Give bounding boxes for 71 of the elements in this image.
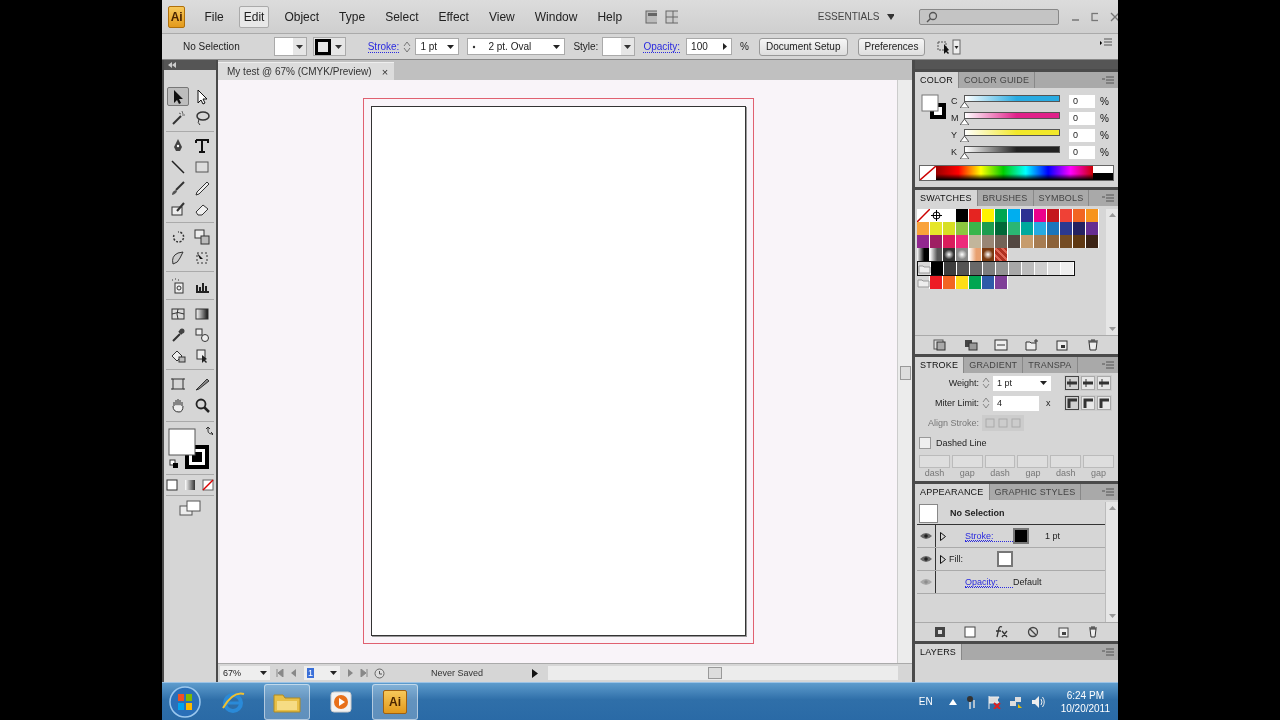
panel-tab[interactable]: GRAPHIC STYLES — [989, 484, 1082, 500]
style-label: Style: — [573, 41, 599, 52]
panel-tab[interactable]: LAYERS — [915, 644, 963, 660]
panel-tab[interactable]: SWATCHES — [915, 190, 978, 206]
panel-tab[interactable]: COLOR GUIDE — [959, 72, 1036, 88]
panel-tab[interactable]: TRANSPA — [1023, 357, 1078, 373]
appearance-link[interactable]: Opacity: — [965, 576, 1013, 588]
menu-item[interactable]: Effect — [433, 5, 474, 28]
brush-dropdown[interactable]: 2 pt. Oval — [467, 38, 566, 55]
channel-value-field[interactable]: 0 — [1069, 145, 1095, 159]
selection-status: No Selection — [183, 41, 240, 52]
percent-sign: % — [1100, 146, 1109, 158]
menu-item[interactable]: File — [199, 5, 229, 28]
channel-label: Y — [951, 130, 958, 140]
page-dropdown[interactable]: 1 — [304, 666, 340, 680]
clock-date[interactable]: 10/20/2011 — [1060, 701, 1110, 715]
language-indicator[interactable]: EN — [918, 696, 933, 707]
toolbar-button[interactable]: Preferences — [857, 37, 926, 56]
zoom-dropdown[interactable]: 67% — [220, 666, 270, 680]
dash-label: gap — [1091, 468, 1107, 478]
fill-label: Fill: — [949, 554, 964, 564]
clock-time[interactable]: 6:24 PM — [1066, 688, 1104, 702]
dashed-line-label: Dashed Line — [936, 438, 987, 448]
percent-sign: % — [1100, 95, 1109, 107]
panel-tab[interactable]: APPEARANCE — [915, 484, 990, 500]
channel-label: M — [951, 113, 960, 123]
panel-tab[interactable]: GRADIENT — [964, 357, 1024, 373]
menu-item[interactable]: Help — [592, 5, 628, 28]
stroke-link[interactable]: Stroke: — [367, 40, 400, 53]
panel-tab[interactable]: SYMBOLS — [1033, 190, 1090, 206]
menu-item[interactable]: Type — [334, 5, 371, 28]
menu-item[interactable]: Select — [380, 5, 424, 28]
menu-item[interactable]: Window — [529, 5, 583, 28]
document-tab[interactable]: My test @ 67% (CMYK/Preview) × — [218, 62, 395, 80]
miter-limit-field[interactable]: 4 — [993, 395, 1039, 411]
app-logo[interactable]: Ai — [168, 5, 186, 28]
dash-label: dash — [924, 468, 945, 478]
menu-item[interactable]: View — [483, 5, 520, 28]
dash-label: dash — [1055, 468, 1076, 478]
miter-limit-label: Miter Limit: — [934, 398, 979, 408]
taskbar-app[interactable]: Ai — [372, 683, 418, 720]
stroke-weight-dropdown[interactable]: 1 pt — [415, 38, 460, 55]
weight-label: Weight: — [947, 378, 979, 388]
channel-value-field[interactable]: 0 — [1069, 94, 1095, 108]
opacity-link[interactable]: Opacity: — [643, 40, 681, 53]
app-icon: Ai — [383, 689, 407, 714]
save-status: Never Saved — [431, 668, 485, 678]
dash-label: gap — [959, 468, 975, 478]
opacity-field[interactable]: 100 — [686, 38, 733, 55]
menu-item[interactable]: Edit — [238, 5, 270, 28]
percent-sign: % — [740, 41, 749, 52]
unit-label: x — [1046, 398, 1052, 408]
percent-sign: % — [1100, 129, 1109, 141]
dash-label: gap — [1025, 468, 1041, 478]
panel-tab[interactable]: COLOR — [915, 72, 959, 88]
channel-value-field[interactable]: 0 — [1069, 128, 1095, 142]
workspace-switcher[interactable]: ESSENTIALS — [817, 11, 880, 22]
channel-label: K — [951, 147, 958, 157]
toolbar-button[interactable]: Document Setup — [759, 37, 848, 56]
align-stroke-label: Align Stroke: — [926, 418, 979, 428]
channel-value-field[interactable]: 0 — [1069, 111, 1095, 125]
percent-sign: % — [1100, 112, 1109, 124]
menu-item[interactable]: Object — [279, 5, 325, 28]
dash-label: dash — [990, 468, 1010, 478]
panel-tab[interactable]: BRUSHES — [977, 190, 1034, 206]
panel-tab[interactable]: STROKE — [915, 357, 965, 373]
channel-label: C — [951, 96, 959, 106]
appearance-title: No Selection — [950, 508, 1005, 518]
appearance-value: Default — [1013, 577, 1042, 587]
weight-dropdown[interactable]: 1 pt — [993, 375, 1051, 391]
appearance-value: 1 pt — [1045, 531, 1060, 541]
